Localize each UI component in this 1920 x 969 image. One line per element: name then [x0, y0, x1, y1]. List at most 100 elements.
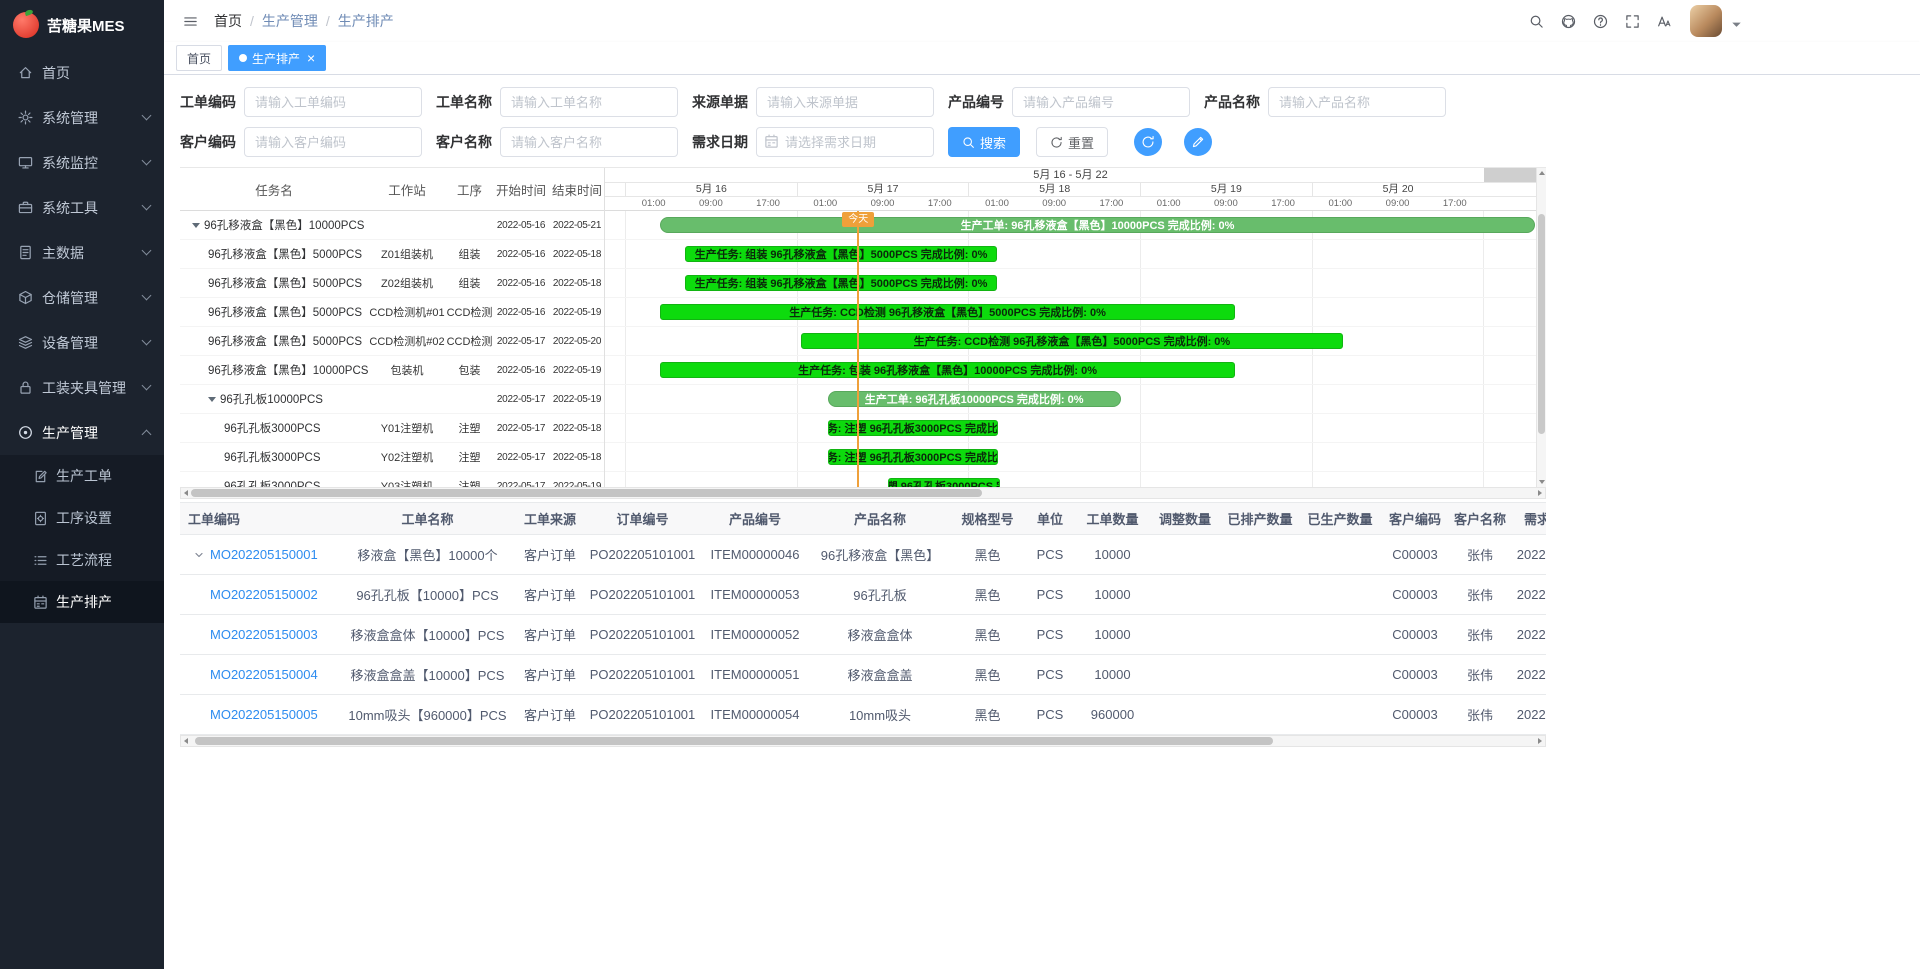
gantt-task-start: 2022-05-16	[493, 220, 549, 231]
timeline-hour-label: 01:00	[625, 197, 682, 210]
refresh-circle-button[interactable]	[1134, 128, 1162, 156]
layers-icon	[18, 335, 33, 350]
avatar[interactable]	[1690, 5, 1722, 37]
sidebar-item-home[interactable]: 首页	[0, 50, 164, 95]
app-logo[interactable]: 苦糖果MES	[0, 0, 164, 50]
gantt-bar-task[interactable]: 生产任务: 组装 96孔移液盒【黑色】5000PCS 完成比例: 0%	[685, 275, 997, 291]
sidebar-item-system-monitor[interactable]: 系统监控	[0, 140, 164, 185]
sidebar-item-master-data[interactable]: 主数据	[0, 230, 164, 275]
reset-button[interactable]: 重置	[1036, 127, 1108, 157]
table-row[interactable]: MO202205150001移液盒【黑色】10000个客户订单PO2022051…	[180, 535, 1546, 575]
breadcrumb-item[interactable]: 首页	[214, 11, 242, 31]
workorder-code-link[interactable]: MO202205150002	[210, 587, 318, 602]
fullscreen-icon[interactable]	[1618, 7, 1646, 35]
filter-input-product-code[interactable]	[1012, 87, 1190, 117]
font-size-icon[interactable]	[1650, 7, 1678, 35]
filter-input-wrap	[1012, 87, 1190, 117]
gantt-bar-task[interactable]: 生产任务: 注塑 96孔孔板3000PCS 完成比例: 0%	[888, 478, 1000, 487]
gantt-task-row[interactable]: 96孔移液盒【黑色】5000PCSZ01组装机组装2022-05-162022-…	[180, 240, 604, 269]
gantt-bar-order[interactable]: 生产工单: 96孔孔板10000PCS 完成比例: 0%	[828, 391, 1121, 407]
filter-input-workorder-name[interactable]	[500, 87, 678, 117]
workorder-code-link[interactable]: MO202205150003	[210, 627, 318, 642]
gantt-bar-task[interactable]: 生产任务: 包装 96孔移液盒【黑色】10000PCS 完成比例: 0%	[660, 362, 1235, 378]
question-icon[interactable]	[1586, 7, 1614, 35]
gantt-task-name: 96孔孔板3000PCS	[224, 449, 321, 465]
table-column-header: 需求日期	[1510, 509, 1546, 528]
table-row[interactable]: MO202205150003移液盒盒体【10000】PCS客户订单PO20220…	[180, 615, 1546, 655]
gantt-task-row[interactable]: 96孔移液盒【黑色】10000PCS2022-05-162022-05-21	[180, 211, 604, 240]
gantt-task-row[interactable]: 96孔孔板3000PCSY02注塑机注塑2022-05-172022-05-18	[180, 443, 604, 472]
sidebar-item-system-tools[interactable]: 系统工具	[0, 185, 164, 230]
gantt-bar-order[interactable]: 生产工单: 96孔移液盒【黑色】10000PCS 完成比例: 0%	[660, 217, 1535, 233]
gantt-task-row[interactable]: 96孔移液盒【黑色】5000PCSZ02组装机组装2022-05-162022-…	[180, 269, 604, 298]
gantt-task-row[interactable]: 96孔孔板10000PCS2022-05-172022-05-19	[180, 385, 604, 414]
gantt-task-row[interactable]: 96孔孔板3000PCSY01注塑机注塑2022-05-172022-05-18	[180, 414, 604, 443]
filter-input-customer-code[interactable]	[244, 127, 422, 157]
caret-down-icon[interactable]	[208, 397, 216, 402]
table-row[interactable]: MO20220515000296孔孔板【10000】PCS客户订单PO20220…	[180, 575, 1546, 615]
gantt-horizontal-scrollbar[interactable]	[180, 487, 1546, 499]
github-icon[interactable]	[1554, 7, 1582, 35]
gantt-task-row[interactable]: 96孔孔板3000PCSY03注塑机注塑2022-05-172022-05-19	[180, 472, 604, 487]
tab-production-scheduling[interactable]: 生产排产×	[228, 45, 326, 71]
chevron-down-icon[interactable]	[188, 549, 210, 561]
filter-input-demand-date[interactable]	[756, 127, 934, 157]
gantt-bar-task[interactable]: 生产任务: 注塑 96孔孔板3000PCS 完成比例: 0%	[828, 420, 998, 436]
gantt-bar-task[interactable]: 生产任务: CCD检测 96孔移液盒【黑色】5000PCS 完成比例: 0%	[801, 333, 1344, 349]
gantt-vertical-scrollbar[interactable]	[1536, 168, 1546, 487]
caret-down-icon[interactable]	[192, 223, 200, 228]
filter-input-source-document[interactable]	[756, 87, 934, 117]
caret-down-icon[interactable]	[1729, 17, 1744, 35]
gantt-task-row[interactable]: 96孔移液盒【黑色】5000PCSCCD检测机#02CCD检测2022-05-1…	[180, 327, 604, 356]
gantt-column-header: 结束时间	[549, 180, 605, 199]
gantt-task-station: CCD检测机#02	[368, 333, 446, 349]
filter-input-workorder-code[interactable]	[244, 87, 422, 117]
horizontal-scrollbar-thumb[interactable]	[195, 737, 1273, 745]
scroll-up-arrow-icon[interactable]	[1539, 171, 1545, 175]
horizontal-scrollbar-thumb[interactable]	[191, 489, 982, 497]
sidebar-subitem-production-workorder[interactable]: 生产工单	[0, 455, 164, 497]
scroll-right-arrow-icon[interactable]	[1538, 490, 1542, 496]
table-column-header: 订单编号	[585, 509, 700, 528]
close-icon[interactable]: ×	[307, 51, 315, 65]
scroll-down-arrow-icon[interactable]	[1539, 480, 1545, 484]
workorder-code-link[interactable]: MO202205150005	[210, 707, 318, 722]
filter-input-customer-name[interactable]	[500, 127, 678, 157]
gantt-bar-task[interactable]: 生产任务: CCD检测 96孔移液盒【黑色】5000PCS 完成比例: 0%	[660, 304, 1235, 320]
search-icon	[962, 136, 975, 149]
gantt-bar-task[interactable]: 生产任务: 组装 96孔移液盒【黑色】5000PCS 完成比例: 0%	[685, 246, 997, 262]
table-row[interactable]: MO202205150004移液盒盒盖【10000】PCS客户订单PO20220…	[180, 655, 1546, 695]
edit-circle-button[interactable]	[1184, 128, 1212, 156]
filter-label: 产品编号	[948, 92, 1004, 112]
sidebar-item-fixture-management[interactable]: 工装夹具管理	[0, 365, 164, 410]
breadcrumb-item[interactable]: 生产管理	[262, 11, 318, 31]
sidebar-subitem-production-scheduling[interactable]: 生产排产	[0, 581, 164, 623]
search-button[interactable]: 搜索	[948, 127, 1020, 157]
sidebar-toggle[interactable]	[174, 5, 206, 37]
gantt-bar-label: 生产任务: 包装 96孔移液盒【黑色】10000PCS 完成比例: 0%	[794, 362, 1101, 378]
scroll-left-arrow-icon[interactable]	[184, 490, 188, 496]
scroll-left-arrow-icon[interactable]	[184, 738, 188, 744]
gantt-task-row[interactable]: 96孔移液盒【黑色】5000PCSCCD检测机#01CCD检测2022-05-1…	[180, 298, 604, 327]
search-icon[interactable]	[1522, 7, 1550, 35]
timeline-range-label: 5月 16 - 5月 22	[1033, 169, 1108, 181]
gantt-task-end: 2022-05-19	[549, 307, 604, 318]
sidebar-subitem-process-flow[interactable]: 工艺流程	[0, 539, 164, 581]
gantt-task-name-cell: 96孔移液盒【黑色】10000PCS	[180, 217, 368, 233]
workorder-code-link[interactable]: MO202205150004	[210, 667, 318, 682]
sidebar-item-warehouse-management[interactable]: 仓储管理	[0, 275, 164, 320]
scroll-right-arrow-icon[interactable]	[1538, 738, 1542, 744]
gantt-task-row[interactable]: 96孔移液盒【黑色】10000PCS包装机包装2022-05-162022-05…	[180, 356, 604, 385]
sidebar-subitem-process-settings[interactable]: 工序设置	[0, 497, 164, 539]
table-row[interactable]: MO20220515000510mm吸头【960000】PCS客户订单PO202…	[180, 695, 1546, 735]
sidebar-item-equipment-management[interactable]: 设备管理	[0, 320, 164, 365]
sidebar-subitem-label: 工序设置	[56, 508, 112, 528]
filter-input-product-name[interactable]	[1268, 87, 1446, 117]
tab-home[interactable]: 首页	[176, 45, 222, 71]
workorder-code-link[interactable]: MO202205150001	[210, 547, 318, 562]
table-horizontal-scrollbar[interactable]	[180, 735, 1546, 747]
sidebar-item-production-management[interactable]: 生产管理	[0, 410, 164, 455]
vertical-scrollbar-thumb[interactable]	[1538, 214, 1545, 434]
sidebar-item-system-management[interactable]: 系统管理	[0, 95, 164, 140]
gantt-bar-task[interactable]: 生产任务: 注塑 96孔孔板3000PCS 完成比例: 0%	[828, 449, 998, 465]
